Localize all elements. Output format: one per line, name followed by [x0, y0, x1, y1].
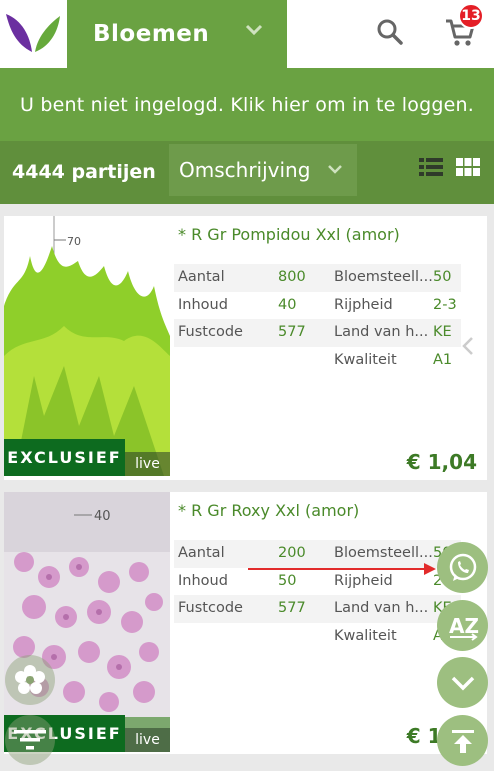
measure-40: 40: [94, 509, 111, 524]
inhoud-label: Inhoud: [178, 296, 228, 313]
flower-filter-button[interactable]: [5, 655, 55, 705]
measure-70: 70: [67, 235, 81, 248]
app-header: Bloemen 13: [0, 0, 494, 68]
annotation-arrow: [248, 568, 430, 570]
list-view-icon[interactable]: [419, 157, 443, 177]
fustcode-label: Fustcode: [178, 600, 243, 616]
chevron-left-icon[interactable]: [461, 336, 475, 356]
property-row: Fustcode 577 Land van h... KE: [174, 319, 461, 347]
chevron-down-icon: [451, 676, 474, 690]
flower-icon: [15, 665, 45, 694]
aantal-value: 200: [278, 545, 306, 561]
orchid-image: 40: [4, 492, 170, 752]
chevron-down-icon: [328, 165, 342, 174]
bloemsteel-label: Bloemsteell...: [334, 269, 433, 285]
exclusive-badge: EXCLUSIEF: [4, 439, 125, 476]
product-price: € 1,04: [406, 450, 477, 474]
live-label: live: [125, 452, 170, 476]
sort-value: Omschrijving: [179, 158, 311, 182]
sort-az-icon: AZ: [449, 614, 479, 641]
product-card[interactable]: 40 EXCLUSIEF live * R Gr Roxy Xxl (amor)…: [4, 492, 487, 754]
property-row: Aantal 800 Bloemsteell... 50: [174, 264, 461, 292]
aantal-label: Aantal: [178, 545, 225, 561]
scroll-top-icon: [451, 729, 474, 753]
product-title[interactable]: * R Gr Pompidou Xxl (amor): [178, 225, 400, 244]
scroll-top-button[interactable]: [437, 715, 488, 766]
cart-count-badge: 13: [458, 3, 484, 29]
whatsapp-button[interactable]: [437, 542, 488, 593]
kwaliteit-label: Kwaliteit: [334, 627, 397, 644]
property-row: Aantal 200 Bloemsteell... 50: [174, 540, 461, 568]
land-value: KE: [433, 324, 452, 340]
sort-az-button[interactable]: AZ: [437, 600, 488, 651]
rijpheid-label: Rijpheid: [334, 296, 393, 313]
product-properties: Aantal 200 Bloemsteell... 50 Inhoud 50 R…: [174, 540, 461, 650]
chevron-down-icon: [245, 24, 263, 36]
aantal-value: 800: [278, 269, 306, 285]
kwaliteit-label: Kwaliteit: [334, 351, 397, 368]
inhoud-label: Inhoud: [178, 572, 228, 589]
product-image[interactable]: 40 EXCLUSIEF live: [4, 492, 170, 752]
live-label: live: [125, 728, 170, 752]
aantal-label: Aantal: [178, 269, 225, 285]
filter-icon: [14, 730, 46, 750]
rijpheid-value: 2-3: [433, 296, 457, 313]
svg-text:AZ: AZ: [449, 614, 479, 638]
inhoud-value: 40: [278, 296, 297, 313]
inhoud-value: 50: [278, 572, 297, 589]
category-select[interactable]: Bloemen: [67, 0, 287, 68]
property-row: Inhoud 50 Rijpheid 2-3: [174, 568, 461, 596]
fustcode-value: 577: [278, 600, 306, 616]
search-icon[interactable]: [376, 18, 404, 46]
property-row: Inhoud 40 Rijpheid 2-3: [174, 292, 461, 320]
fustcode-value: 577: [278, 324, 306, 340]
filter-button[interactable]: [5, 715, 55, 765]
scroll-down-button[interactable]: [437, 657, 488, 708]
rijpheid-label: Rijpheid: [334, 572, 393, 589]
fustcode-label: Fustcode: [178, 324, 243, 340]
property-row: Kwaliteit A1: [174, 347, 461, 375]
logo[interactable]: [0, 0, 67, 68]
product-properties: Aantal 800 Bloemsteell... 50 Inhoud 40 R…: [174, 264, 461, 374]
bloemsteel-label: Bloemsteell...: [334, 545, 433, 561]
product-title[interactable]: * R Gr Roxy Xxl (amor): [178, 501, 359, 520]
property-row: Kwaliteit A1: [174, 623, 461, 651]
category-label: Bloemen: [93, 21, 210, 47]
land-label: Land van h...: [334, 600, 429, 616]
leaf-logo-icon: [6, 14, 60, 52]
land-label: Land van h...: [334, 324, 429, 340]
sort-select[interactable]: Omschrijving: [169, 144, 357, 196]
bloemsteel-value: 50: [433, 269, 452, 285]
whatsapp-icon: [449, 553, 476, 581]
result-count: 4444 partijen: [12, 161, 156, 183]
results-toolbar: 4444 partijen Omschrijving: [0, 141, 494, 204]
property-row: Fustcode 577 Land van h... KE: [174, 595, 461, 623]
arrow-head-icon: [424, 563, 436, 575]
conifer-image: 70 60: [4, 216, 170, 476]
login-banner[interactable]: U bent niet ingelogd. Klik hier om in te…: [0, 68, 494, 141]
kwaliteit-value: A1: [433, 351, 453, 368]
grid-view-icon[interactable]: [456, 157, 480, 177]
product-image[interactable]: 70 60 EXCLUSIEF live: [4, 216, 170, 476]
product-card[interactable]: 70 60 EXCLUSIEF live * R Gr Pompidou Xxl…: [4, 216, 487, 480]
